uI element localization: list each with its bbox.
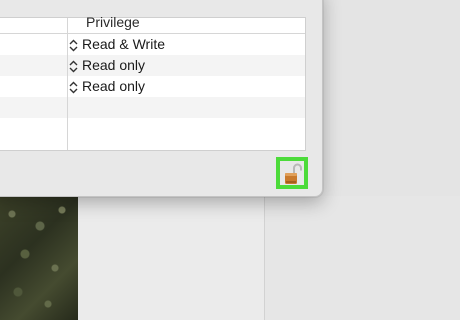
wallpaper-image (0, 196, 78, 320)
table-header-row: Privilege (0, 14, 305, 34)
background-window-panel (78, 196, 265, 320)
privilege-column-header[interactable]: Privilege (86, 14, 140, 30)
privilege-value: Read & Write (82, 36, 165, 52)
lock-button-highlight[interactable] (276, 157, 308, 189)
up-down-arrows-icon (69, 60, 78, 73)
privilege-popup[interactable]: Read only (69, 57, 145, 73)
table-row-empty (0, 97, 305, 118)
table-row-empty (0, 118, 305, 139)
table-row[interactable]: Read & Write (0, 34, 305, 55)
sharing-permissions-table: Privilege Read & Write Read only Read on… (0, 14, 306, 151)
privilege-popup[interactable]: Read & Write (69, 36, 165, 52)
unlocked-padlock-icon[interactable] (284, 163, 302, 185)
up-down-arrows-icon (69, 81, 78, 94)
up-down-arrows-icon (69, 39, 78, 52)
background-window-panel-right (265, 196, 460, 320)
table-row[interactable]: Read only (0, 76, 305, 97)
info-window: Privilege Read & Write Read only Read on… (0, 0, 323, 197)
table-row[interactable]: Read only (0, 55, 305, 76)
column-divider (67, 18, 68, 150)
privilege-popup[interactable]: Read only (69, 78, 145, 94)
privilege-value: Read only (82, 78, 146, 94)
privilege-value: Read only (82, 57, 146, 73)
